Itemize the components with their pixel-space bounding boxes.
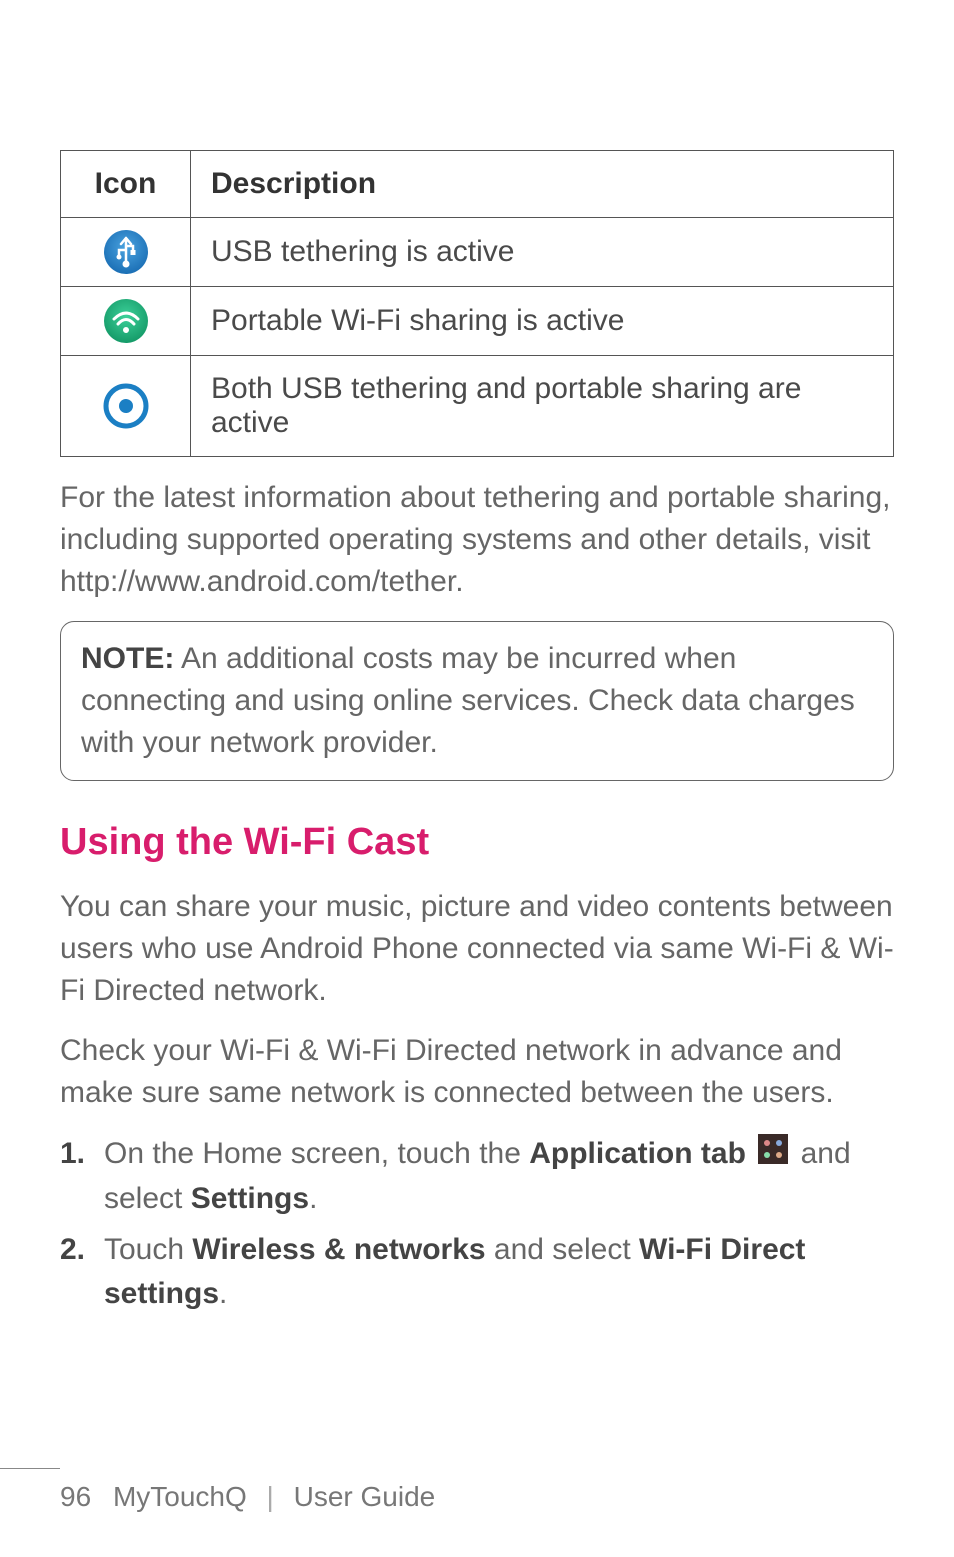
header-icon: Icon [61, 151, 191, 218]
steps-list: 1. On the Home screen, touch the Applica… [60, 1132, 894, 1315]
row-description: Both USB tethering and portable sharing … [191, 356, 894, 457]
usb-tether-icon [71, 228, 180, 276]
wifi-share-icon [71, 297, 180, 345]
after-table-paragraph: For the latest information about tetheri… [60, 477, 894, 603]
table-row: Both USB tethering and portable sharing … [61, 356, 894, 457]
list-item: 1. On the Home screen, touch the Applica… [60, 1132, 894, 1220]
section-intro-1: You can share your music, picture and vi… [60, 886, 894, 1012]
icon-description-table: Icon Description [60, 150, 894, 457]
page-number: 96 [60, 1481, 91, 1512]
step-bold-1: Application tab [529, 1137, 746, 1170]
step-text-b: and select [486, 1233, 639, 1266]
table-row: USB tethering is active [61, 218, 894, 287]
step-text-a: Touch [104, 1233, 192, 1266]
section-intro-2: Check your Wi-Fi & Wi-Fi Directed networ… [60, 1030, 894, 1114]
footer-doc: User Guide [294, 1481, 436, 1512]
footer-product: MyTouchQ [113, 1481, 247, 1512]
apps-icon [758, 1133, 788, 1177]
step-text-c: . [309, 1182, 317, 1215]
step-bold-2: Settings [191, 1182, 309, 1215]
footer-divider [0, 1468, 60, 1469]
both-active-icon [71, 382, 180, 430]
note-box: NOTE: An additional costs may be incurre… [60, 621, 894, 781]
step-number: 1. [60, 1132, 85, 1176]
row-description: Portable Wi-Fi sharing is active [191, 287, 894, 356]
header-description: Description [191, 151, 894, 218]
section-heading: Using the Wi-Fi Cast [60, 821, 894, 864]
step-number: 2. [60, 1228, 85, 1272]
list-item: 2. Touch Wireless & networks and select … [60, 1228, 894, 1315]
table-row: Portable Wi-Fi sharing is active [61, 287, 894, 356]
note-body: An additional costs may be incurred when… [81, 642, 855, 759]
step-text-a: On the Home screen, touch the [104, 1137, 529, 1170]
page-footer: 96 MyTouchQ | User Guide [60, 1481, 435, 1513]
step-text-c: . [219, 1277, 227, 1310]
row-description: USB tethering is active [191, 218, 894, 287]
footer-separator: | [267, 1481, 274, 1512]
note-prefix: NOTE: [81, 642, 174, 675]
step-bold-1: Wireless & networks [192, 1233, 485, 1266]
